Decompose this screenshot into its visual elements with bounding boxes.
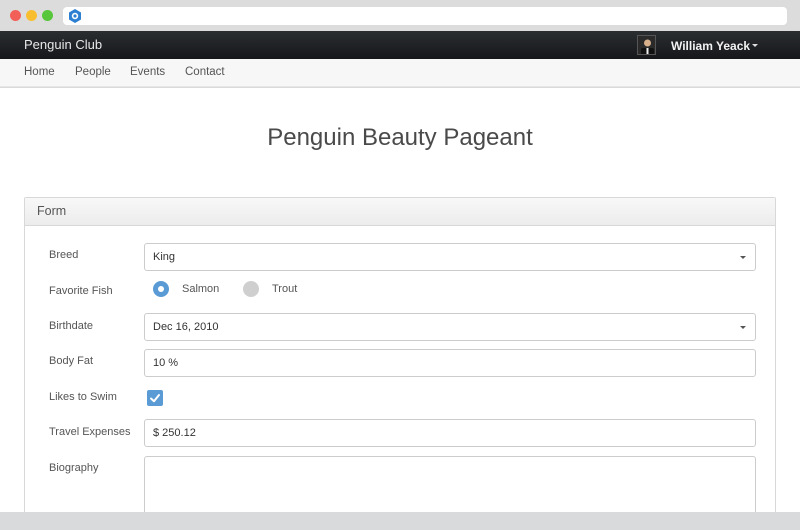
breed-value: King	[153, 251, 176, 263]
top-navbar: Penguin Club William Yeack	[0, 31, 800, 59]
nav-people[interactable]: People	[75, 66, 111, 78]
main-nav: Home People Events Contact	[0, 59, 800, 87]
body-fat-label: Body Fat	[49, 355, 94, 367]
body-fat-value: 10 %	[153, 357, 179, 369]
radio-salmon[interactable]	[153, 281, 169, 297]
window-bottom-edge	[0, 512, 800, 530]
nav-events[interactable]: Events	[130, 66, 165, 78]
close-window-icon[interactable]	[10, 10, 21, 21]
user-menu-toggle[interactable]: William Yeack	[671, 39, 750, 53]
nav-contact[interactable]: Contact	[185, 66, 225, 78]
travel-expenses-input[interactable]: $ 250.12	[144, 419, 756, 447]
favorite-fish-label: Favorite Fish	[49, 285, 113, 297]
radio-trout[interactable]	[243, 281, 259, 297]
body-fat-input[interactable]: 10 %	[144, 349, 756, 377]
nav-home[interactable]: Home	[24, 66, 55, 78]
browser-window: Penguin Club William Yeack Home People E…	[0, 0, 800, 530]
maximize-window-icon[interactable]	[42, 10, 53, 21]
checkmark-icon	[150, 394, 160, 403]
chevron-down-icon	[740, 256, 746, 259]
breed-select[interactable]: King	[144, 243, 756, 271]
brand-link[interactable]: Penguin Club	[24, 37, 102, 52]
birthdate-label: Birthdate	[49, 320, 94, 332]
chevron-down-icon[interactable]	[752, 44, 758, 47]
address-bar[interactable]	[63, 7, 787, 25]
panel-header: Form	[25, 198, 775, 226]
travel-expenses-value: $ 250.12	[153, 427, 196, 439]
form-panel: Form Breed King Favorite Fish Salmon Tro…	[24, 197, 776, 528]
site-icon	[69, 9, 81, 23]
panel-title: Form	[37, 204, 67, 218]
minimize-window-icon[interactable]	[26, 10, 37, 21]
likes-to-swim-checkbox[interactable]	[147, 390, 163, 406]
breed-label: Breed	[49, 249, 79, 261]
chevron-down-icon	[740, 326, 746, 329]
birthdate-picker[interactable]: Dec 16, 2010	[144, 313, 756, 341]
likes-to-swim-label: Likes to Swim	[49, 391, 117, 403]
radio-salmon-label[interactable]: Salmon	[182, 283, 219, 295]
avatar-portrait-icon	[638, 36, 655, 54]
birthdate-value: Dec 16, 2010	[153, 321, 219, 333]
radio-trout-label[interactable]: Trout	[272, 283, 297, 295]
user-avatar[interactable]	[637, 35, 656, 55]
page-title: Penguin Beauty Pageant	[267, 124, 533, 151]
biography-label: Biography	[49, 462, 99, 474]
browser-chrome	[0, 0, 800, 31]
travel-expenses-label: Travel Expenses	[49, 426, 131, 438]
page-content: Penguin Beauty Pageant Form Breed King F…	[0, 88, 800, 528]
